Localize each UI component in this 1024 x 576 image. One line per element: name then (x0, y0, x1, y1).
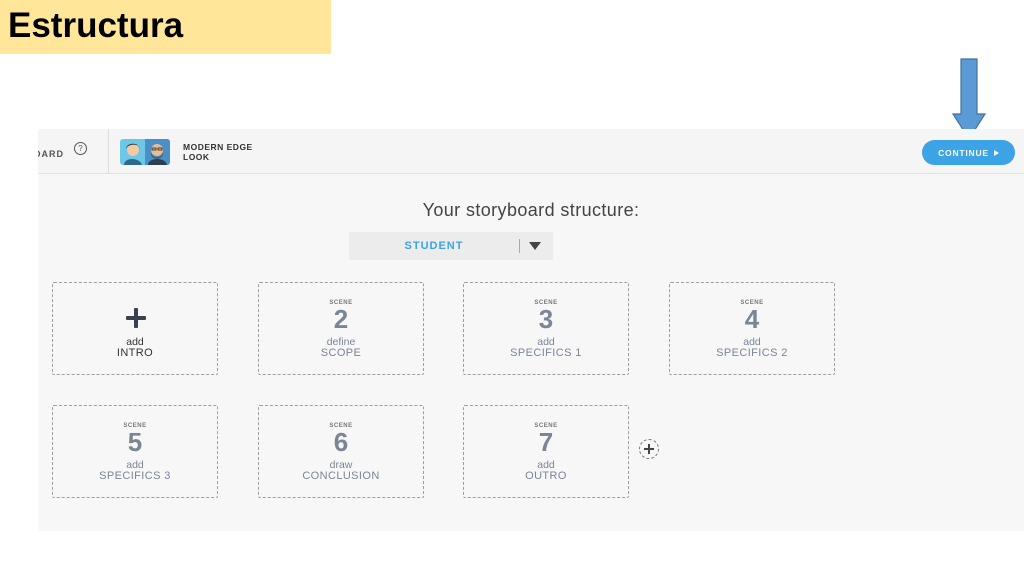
art-look-line2: LOOK (183, 152, 210, 162)
slide-title-banner: Estructura (0, 0, 331, 54)
play-icon (993, 149, 999, 156)
add-scene-button[interactable] (639, 439, 659, 459)
scene-name: CONCLUSION (302, 470, 380, 482)
scene-number: 2 (333, 304, 349, 334)
scene-name: SPECIFICS 3 (99, 470, 171, 482)
continue-label: CONTINUE (938, 147, 989, 158)
divider (108, 129, 109, 173)
continue-button[interactable]: CONTINUE (922, 140, 1015, 165)
plus-icon (126, 308, 146, 328)
scene-name: INTRO (116, 347, 154, 359)
scene-card-6[interactable]: SCENE 6 draw CONCLUSION (258, 405, 424, 498)
art-look-line1: MODERN EDGE (183, 142, 253, 152)
scene-number: 5 (127, 427, 143, 457)
storyboard-app: BOARD ? MODERN EDGE LOOK CONTINUE Your s… (38, 129, 1024, 531)
scene-card-4[interactable]: SCENE 4 add SPECIFICS 2 (669, 282, 835, 375)
scene-card-intro[interactable]: add INTRO (52, 282, 218, 375)
scene-number: 4 (744, 304, 760, 334)
dropdown-divider (519, 239, 520, 253)
scene-card-7[interactable]: SCENE 7 add OUTRO (463, 405, 629, 498)
scene-card-3[interactable]: SCENE 3 add SPECIFICS 1 (463, 282, 629, 375)
scene-number: 7 (538, 427, 554, 457)
scene-card-2[interactable]: SCENE 2 define SCOPE (258, 282, 424, 375)
caret-down-icon[interactable] (529, 242, 541, 250)
scene-name: SPECIFICS 1 (510, 347, 582, 359)
help-icon[interactable]: ? (74, 142, 87, 155)
structure-heading: Your storyboard structure: (422, 200, 640, 220)
slide-title: Estructura (8, 6, 184, 45)
board-label: BOARD (26, 149, 64, 159)
top-bar: BOARD ? MODERN EDGE LOOK CONTINUE (38, 129, 1024, 174)
scene-number: 6 (333, 427, 349, 457)
scene-card-5[interactable]: SCENE 5 add SPECIFICS 3 (52, 405, 218, 498)
art-look-title[interactable]: MODERN EDGE LOOK (183, 142, 253, 162)
structure-dropdown[interactable]: STUDENT (349, 232, 553, 260)
scene-name: SCOPE (320, 347, 362, 359)
scene-number: 3 (538, 304, 554, 334)
scene-name: SPECIFICS 2 (716, 347, 788, 359)
scene-name: OUTRO (525, 470, 567, 482)
avatar[interactable] (120, 139, 170, 165)
structure-selected-value: STUDENT (404, 240, 464, 252)
arrow-down-icon (952, 58, 986, 140)
